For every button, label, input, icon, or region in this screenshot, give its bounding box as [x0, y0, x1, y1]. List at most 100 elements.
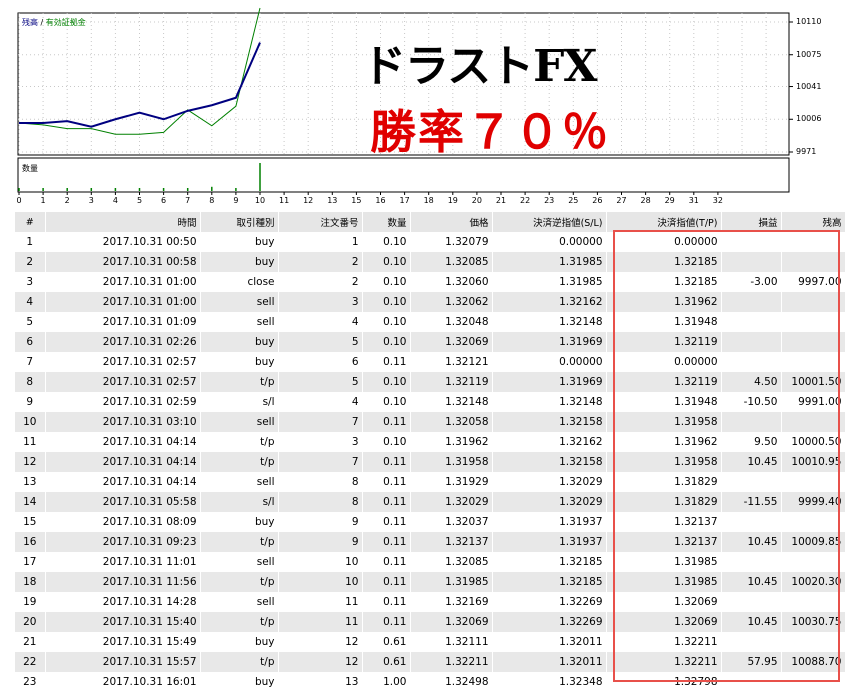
cell-stop-loss: 1.31937	[492, 532, 607, 552]
cell-profit: 4.50	[721, 372, 782, 392]
cell-type: sell	[200, 472, 279, 492]
cell-volume: 0.10	[362, 432, 411, 452]
cell-price: 1.32029	[410, 492, 493, 512]
table-row[interactable]: 9 2017.10.31 02:59 s/l 4 0.10 1.32148 1.32148 1…	[15, 392, 845, 412]
cell-number: 3	[15, 272, 46, 292]
table-row[interactable]: 8 2017.10.31 02:57 t/p 5 0.10 1.32119 1.31969 1…	[15, 372, 845, 392]
cell-number: 23	[15, 672, 46, 687]
cell-order: 12	[278, 632, 363, 652]
table-row[interactable]: 7 2017.10.31 02:57 buy 6 0.11 1.32121 0.00000 0…	[15, 352, 845, 372]
cell-profit	[721, 512, 782, 532]
cell-stop-loss: 1.31969	[492, 332, 607, 352]
cell-stop-loss: 1.32162	[492, 432, 607, 452]
cell-balance: 10001.50	[781, 372, 845, 392]
col-header-price[interactable]: 価格	[410, 212, 493, 232]
cell-time: 2017.10.31 15:49	[45, 632, 201, 652]
cell-stop-loss: 1.32185	[492, 572, 607, 592]
cell-volume: 0.10	[362, 232, 411, 252]
cell-number: 19	[15, 592, 46, 612]
cell-balance: 10030.75	[781, 612, 845, 632]
x-tick-label: 7	[185, 196, 191, 205]
cell-time: 2017.10.31 09:23	[45, 532, 201, 552]
x-tick-label: 5	[136, 196, 143, 205]
cell-profit: 10.45	[721, 612, 782, 632]
table-row[interactable]: 20 2017.10.31 15:40 t/p 11 0.11 1.32069 1.3226…	[15, 612, 845, 632]
cell-profit	[721, 312, 782, 332]
table-row[interactable]: 18 2017.10.31 11:56 t/p 10 0.11 1.31985 1.3218…	[15, 572, 845, 592]
x-tick-label: 31	[688, 196, 699, 205]
cell-stop-loss: 1.32269	[492, 592, 607, 612]
table-row[interactable]: 17 2017.10.31 11:01 sell 10 0.11 1.32085 1.321…	[15, 552, 845, 572]
col-header-type[interactable]: 取引種別	[200, 212, 279, 232]
cell-type: sell	[200, 292, 279, 312]
cell-price: 1.32085	[410, 552, 493, 572]
cell-profit: 9.50	[721, 432, 782, 452]
table-row[interactable]: 23 2017.10.31 16:01 buy 13 1.00 1.32498 1.3234…	[15, 672, 845, 687]
col-header-number[interactable]: #	[15, 212, 46, 232]
col-header-volume[interactable]: 数量	[362, 212, 411, 232]
table-row[interactable]: 3 2017.10.31 01:00 close 2 0.10 1.32060 1.3198…	[15, 272, 845, 292]
table-row[interactable]: 1 2017.10.31 00:50 buy 1 0.10 1.32079 0.00000 0…	[15, 232, 845, 252]
cell-time: 2017.10.31 00:58	[45, 252, 201, 272]
cell-time: 2017.10.31 02:59	[45, 392, 201, 412]
cell-type: s/l	[200, 392, 279, 412]
table-row[interactable]: 6 2017.10.31 02:26 buy 5 0.10 1.32069 1.31969 1…	[15, 332, 845, 352]
cell-take-profit: 1.32185	[606, 252, 722, 272]
cell-price: 1.32111	[410, 632, 493, 652]
cell-volume: 0.10	[362, 312, 411, 332]
cell-number: 8	[15, 372, 46, 392]
cell-take-profit: 1.32185	[606, 272, 722, 292]
cell-volume: 0.11	[362, 592, 411, 612]
cell-time: 2017.10.31 02:26	[45, 332, 201, 352]
col-header-balance[interactable]: 残高	[781, 212, 845, 232]
table-row[interactable]: 4 2017.10.31 01:00 sell 3 0.10 1.32062 1.32162…	[15, 292, 845, 312]
col-header-order[interactable]: 注文番号	[278, 212, 363, 232]
x-tick-label: 17	[399, 196, 410, 205]
table-row[interactable]: 16 2017.10.31 09:23 t/p 9 0.11 1.32137 1.31937…	[15, 532, 845, 552]
table-row[interactable]: 5 2017.10.31 01:09 sell 4 0.10 1.32048 1.32148…	[15, 312, 845, 332]
table-row[interactable]: 12 2017.10.31 04:14 t/p 7 0.11 1.31958 1.32158…	[15, 452, 845, 472]
cell-price: 1.32037	[410, 512, 493, 532]
cell-balance	[781, 312, 845, 332]
col-header-profit[interactable]: 損益	[721, 212, 782, 232]
cell-number: 9	[15, 392, 46, 412]
cell-volume: 0.11	[362, 472, 411, 492]
table-row[interactable]: 10 2017.10.31 03:10 sell 7 0.11 1.32058 1.3215…	[15, 412, 845, 432]
col-header-time[interactable]: 時間	[45, 212, 201, 232]
table-row[interactable]: 19 2017.10.31 14:28 sell 11 0.11 1.32169 1.322…	[15, 592, 845, 612]
cell-take-profit: 1.32119	[606, 332, 722, 352]
table-row[interactable]: 22 2017.10.31 15:57 t/p 12 0.61 1.32211 1.3201…	[15, 652, 845, 672]
cell-price: 1.32048	[410, 312, 493, 332]
cell-stop-loss: 0.00000	[492, 352, 607, 372]
cell-order: 5	[278, 332, 363, 352]
table-row[interactable]: 2 2017.10.31 00:58 buy 2 0.10 1.32085 1.31985 1…	[15, 252, 845, 272]
cell-take-profit: 0.00000	[606, 232, 722, 252]
table-row[interactable]: 14 2017.10.31 05:58 s/l 8 0.11 1.32029 1.32029…	[15, 492, 845, 512]
cell-time: 2017.10.31 11:56	[45, 572, 201, 592]
chart-area: 残高 / 有効証拠金 数量 10110 10075 10041 10006 9971 0…	[0, 0, 845, 208]
cell-volume: 0.10	[362, 292, 411, 312]
cell-type: s/l	[200, 492, 279, 512]
cell-type: sell	[200, 412, 279, 432]
cell-time: 2017.10.31 14:28	[45, 592, 201, 612]
cell-balance: 10009.85	[781, 532, 845, 552]
cell-time: 2017.10.31 16:01	[45, 672, 201, 687]
cell-order: 2	[278, 252, 363, 272]
table-header-row: # 時間 取引種別 注文番号 数量 価格 決済逆指値(S/L) 決済指値(T/P…	[15, 212, 845, 232]
cell-number: 6	[15, 332, 46, 352]
cell-order: 3	[278, 292, 363, 312]
cell-take-profit: 1.32119	[606, 372, 722, 392]
table-row[interactable]: 15 2017.10.31 08:09 buy 9 0.11 1.32037 1.31937…	[15, 512, 845, 532]
cell-stop-loss: 1.32269	[492, 612, 607, 632]
cell-number: 5	[15, 312, 46, 332]
table-row[interactable]: 13 2017.10.31 04:14 sell 8 0.11 1.31929 1.3202…	[15, 472, 845, 492]
col-header-take-profit[interactable]: 決済指値(T/P)	[606, 212, 722, 232]
cell-profit: 10.45	[721, 572, 782, 592]
cell-price: 1.32498	[410, 672, 493, 687]
cell-price: 1.32058	[410, 412, 493, 432]
table-row[interactable]: 21 2017.10.31 15:49 buy 12 0.61 1.32111 1.3201…	[15, 632, 845, 652]
table-row[interactable]: 11 2017.10.31 04:14 t/p 3 0.10 1.31962 1.32162…	[15, 432, 845, 452]
cell-balance	[781, 412, 845, 432]
col-header-stop-loss[interactable]: 決済逆指値(S/L)	[492, 212, 607, 232]
cell-time: 2017.10.31 11:01	[45, 552, 201, 572]
